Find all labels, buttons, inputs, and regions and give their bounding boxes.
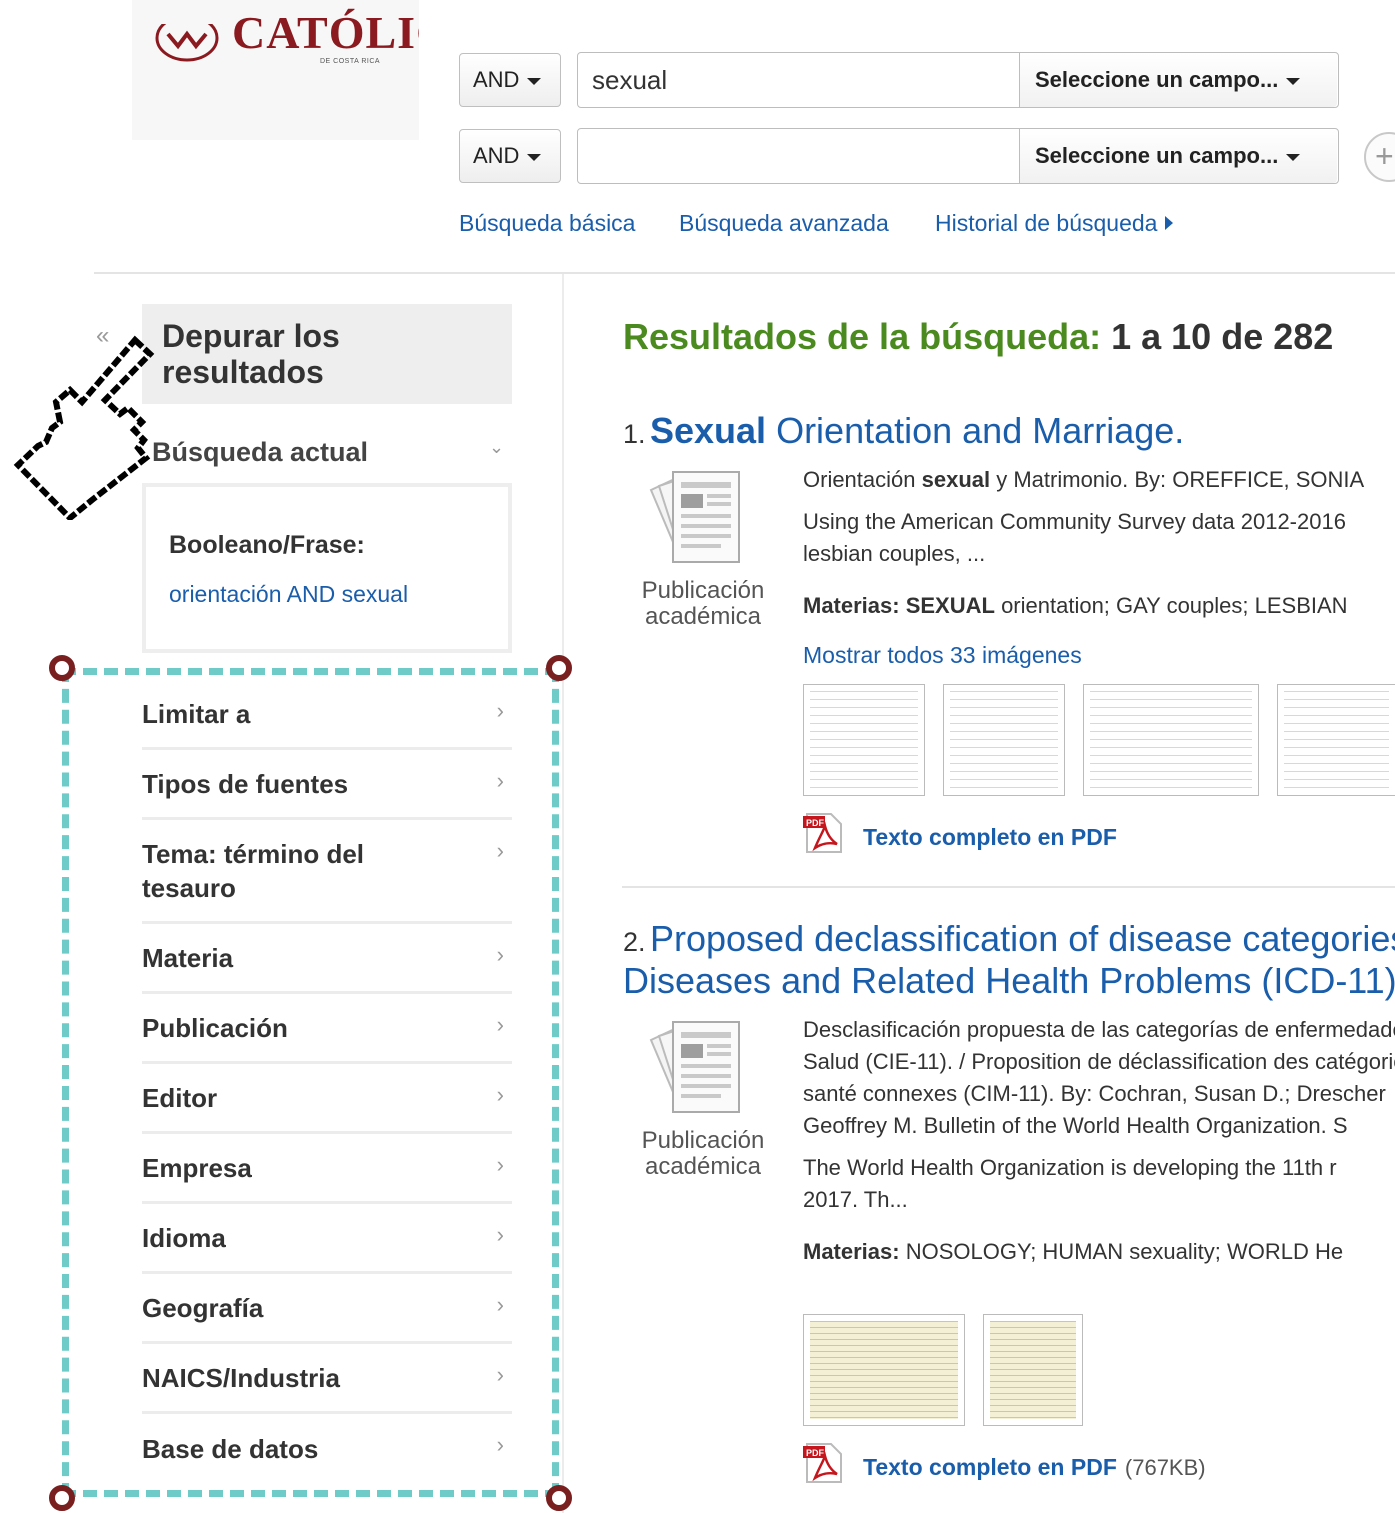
document-icon[interactable] <box>643 1018 743 1118</box>
result-number: 2. <box>623 927 646 957</box>
result-2-abstract-2: 2017. Th... <box>803 1187 908 1212</box>
result-1-abstract-2: lesbian couples, ... <box>803 541 986 566</box>
seal-logo-icon <box>155 24 219 62</box>
image-thumbnail[interactable] <box>1083 684 1259 796</box>
search-input-2[interactable] <box>578 129 1018 183</box>
pdf-icon[interactable]: PDF <box>803 1442 845 1484</box>
header-divider <box>94 272 1395 274</box>
search-input-1[interactable] <box>578 53 1018 107</box>
text: y Matrimonio. By: OREFFICE, SONIA <box>990 467 1365 492</box>
subjects-highlight: SEXUAL <box>899 593 995 618</box>
selection-handle-top-right[interactable] <box>546 655 572 681</box>
result-1-title-link[interactable]: Sexual Orientation and Marriage. <box>650 410 1184 451</box>
operator-label: AND <box>473 143 520 168</box>
pdf-full-text-link[interactable]: Texto completo en PDF <box>863 824 1117 851</box>
pdf-full-text-link[interactable]: Texto completo en PDF <box>863 1454 1117 1480</box>
search-history-link[interactable]: Historial de búsqueda <box>935 210 1174 237</box>
results-heading-label: Resultados de la búsqueda: <box>623 316 1102 357</box>
result-1-source-line: Orientación sexual y Matrimonio. By: ORE… <box>803 464 1364 496</box>
result-2-title-link[interactable]: Proposed declassification of disease cat… <box>650 918 1395 959</box>
show-all-images-link[interactable]: Mostrar todos 33 imágenes <box>803 642 1082 669</box>
result-2-abstract-1: The World Health Organization is develop… <box>803 1155 1337 1180</box>
result-2-source-line-3: santé connexes (CIM-11). By: Cochran, Su… <box>803 1081 1386 1106</box>
publication-type: Publicación académica <box>641 1127 765 1180</box>
selection-handle-top-left[interactable] <box>49 655 75 681</box>
title-highlight: Sexual <box>649 410 767 451</box>
caret-down-icon <box>527 78 542 85</box>
results-heading: Resultados de la búsqueda: 1 a 10 de 282 <box>623 316 1333 358</box>
results-count: 1 a 10 de 282 <box>1111 316 1334 357</box>
field-select-label: Seleccione un campo... <box>1035 67 1279 92</box>
boolean-operator-select-2[interactable]: AND <box>459 129 561 183</box>
caret-down-icon <box>527 154 542 161</box>
title-rest: Orientation and Marriage. <box>766 410 1185 451</box>
boolean-phrase-label: Booleano/Frase: <box>169 531 365 559</box>
image-thumbnail[interactable] <box>1277 684 1395 796</box>
triangle-right-icon <box>1165 216 1174 230</box>
result-1-abstract-1: Using the American Community Survey data… <box>803 509 1346 534</box>
selection-handle-bottom-right[interactable] <box>546 1485 572 1511</box>
current-search-toggle[interactable]: Búsqueda actual <box>152 437 368 468</box>
field-select-label: Seleccione un campo... <box>1035 143 1279 168</box>
result-separator <box>622 886 1395 888</box>
chevron-down-icon[interactable]: ⌄ <box>489 437 504 458</box>
image-thumbnail[interactable] <box>803 684 925 796</box>
subjects-label: Materias: <box>803 593 900 618</box>
result-2-title-link-line2[interactable]: Diseases and Related Health Problems (IC… <box>623 960 1395 1002</box>
subjects-text: NOSOLOGY; HUMAN sexuality; WORLD He <box>899 1239 1344 1264</box>
search-row-2: Seleccione un campo... <box>577 128 1339 184</box>
pdf-file-size: (767KB) <box>1124 1455 1206 1480</box>
subjects-text: orientation; GAY couples; LESBIAN <box>994 593 1348 618</box>
boolean-operator-select-1[interactable]: AND <box>459 53 561 107</box>
result-2-source-line-1: Desclasificación propuesta de las catego… <box>803 1017 1395 1042</box>
image-thumbnail[interactable] <box>803 1314 965 1426</box>
result-2-subjects: Materias: NOSOLOGY; HUMAN sexuality; WOR… <box>803 1236 1343 1268</box>
image-thumbnail[interactable] <box>943 684 1065 796</box>
document-icon[interactable] <box>643 468 743 568</box>
result-2-source-line-2: Salud (CIE-11). / Proposition de déclass… <box>803 1049 1395 1074</box>
basic-search-link[interactable]: Búsqueda básica <box>459 210 635 237</box>
result-2-title-row: 2. Proposed declassification of disease … <box>623 918 1395 960</box>
text: Orientación <box>803 467 922 492</box>
logo-wordmark: CATÓLICA <box>232 7 419 58</box>
selection-handle-bottom-left[interactable] <box>49 1485 75 1511</box>
result-number: 1. <box>623 419 646 449</box>
pdf-icon[interactable]: PDF <box>803 812 845 854</box>
refine-results-panel-header: Depurar los resultados <box>142 304 512 404</box>
publication-type: Publicación académica <box>641 577 765 630</box>
caret-down-icon <box>1286 78 1301 85</box>
current-search-panel: Booleano/Frase: orientación AND sexual <box>142 483 512 653</box>
result-1-title-row: 1. Sexual Orientation and Marriage. <box>623 410 1184 452</box>
logo[interactable]: CATÓLICA DE COSTA RICA <box>132 0 419 140</box>
boolean-phrase-value[interactable]: orientación AND sexual <box>169 581 408 608</box>
add-row-button[interactable]: + <box>1364 132 1395 182</box>
sidebar-divider <box>562 274 564 1513</box>
svg-text:PDF: PDF <box>806 818 825 828</box>
field-select-2[interactable]: Seleccione un campo... <box>1019 129 1337 183</box>
result-2-pdf-row: Texto completo en PDF (767KB) <box>863 1454 1206 1481</box>
svg-text:PDF: PDF <box>806 1448 825 1458</box>
text-highlight: sexual <box>921 467 991 492</box>
plus-icon: + <box>1375 138 1394 174</box>
refine-results-title: Depurar los resultados <box>162 318 340 390</box>
subjects-label: Materias: <box>803 1239 900 1264</box>
selection-box <box>62 668 559 1497</box>
logo-subtitle: DE COSTA RICA <box>320 58 381 65</box>
hand-pointer-icon <box>13 335 155 520</box>
field-select-1[interactable]: Seleccione un campo... <box>1019 53 1337 107</box>
search-history-label: Historial de búsqueda <box>935 210 1158 236</box>
advanced-search-link[interactable]: Búsqueda avanzada <box>679 210 889 237</box>
caret-down-icon <box>1286 154 1301 161</box>
operator-label: AND <box>473 67 520 92</box>
result-2-source-line-4: Geoffrey M. Bulletin of the World Health… <box>803 1113 1348 1138</box>
search-row-1: Seleccione un campo... <box>577 52 1339 108</box>
result-1-subjects: Materias: SEXUAL orientation; GAY couple… <box>803 590 1348 622</box>
image-thumbnail[interactable] <box>983 1314 1083 1426</box>
